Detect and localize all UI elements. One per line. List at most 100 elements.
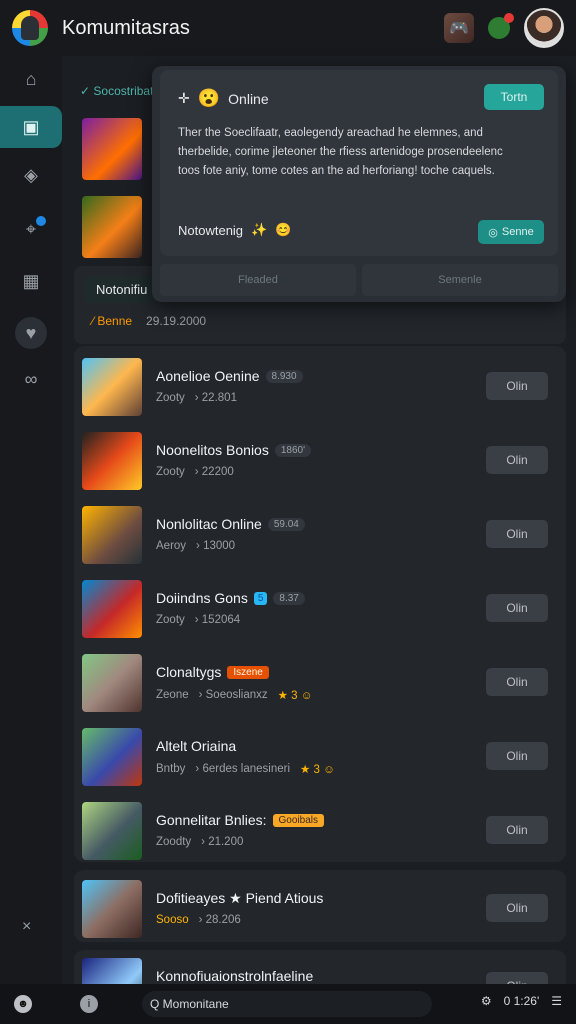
home-glyph: ⌂ bbox=[25, 68, 37, 89]
menu-icon[interactable]: ☰ bbox=[551, 994, 562, 1008]
popup-title: Online bbox=[228, 90, 269, 107]
game-list: Aonelioe Oenine 8.930 Zooty › 22.801 Oli… bbox=[74, 346, 566, 1016]
list-item-thumbnail[interactable] bbox=[82, 432, 142, 490]
featured-thumbnail-1[interactable] bbox=[82, 118, 142, 180]
list-item[interactable]: Doiindns Gons 5 8.37 Zooty › 152064 Olin bbox=[74, 572, 566, 646]
list-item-sub-label: Bntby bbox=[156, 763, 186, 775]
list-item-title: Doiindns Gons bbox=[156, 590, 248, 606]
sidebar: ⌂ ▣ ◈ ⌖ ▦ ♥ ∞ × bbox=[0, 56, 62, 984]
grid-glyph: ▦ bbox=[22, 270, 40, 291]
online-button[interactable]: Olin bbox=[486, 594, 548, 622]
list-item[interactable]: Nonlolitac Online 59.04 Aeroy › 13000 Ol… bbox=[74, 498, 566, 572]
link-icon[interactable]: ∞ bbox=[0, 358, 62, 400]
list-item-sub-label: Zooty bbox=[156, 466, 185, 478]
avatar[interactable] bbox=[524, 8, 564, 48]
list-item-subtitle: Bntby › 6erdes lanesineri ★ 3 ☺ bbox=[156, 762, 335, 776]
list-item[interactable]: Clonaltygs Iszene Zeone › Soeoslianxz ★ … bbox=[74, 646, 566, 720]
bottom-status: ⚙ 0 1:26' ☰ bbox=[481, 994, 562, 1008]
list-item-sub-label: Aeroy bbox=[156, 540, 187, 552]
section-title: ✓ Socostribat: bbox=[80, 84, 157, 98]
popup-tabs: Fleaded Semenle bbox=[160, 264, 558, 296]
list-item-sub-value: › 22200 bbox=[194, 466, 234, 478]
online-button[interactable]: Olin bbox=[486, 894, 548, 922]
list-item-tag: Iszene bbox=[227, 665, 269, 679]
list-item-thumbnail[interactable] bbox=[82, 802, 142, 860]
settings-icon[interactable]: ⚙ bbox=[481, 994, 492, 1008]
list-item-extra: 5 bbox=[253, 591, 268, 605]
popup-bottom-button-label: Senne bbox=[501, 226, 534, 238]
list-item-title-wrap: Gonnelitar Bnlies: Gooibals bbox=[156, 812, 324, 828]
list-item-sub-value: › 6erdes lanesineri bbox=[195, 763, 291, 775]
home-icon[interactable]: ⌂ bbox=[0, 58, 62, 100]
list-item-emoji: ★ 3 ☺ bbox=[277, 690, 313, 702]
search-input[interactable]: Q Momonitane bbox=[142, 991, 432, 1017]
list-item-sub-value: › 22.801 bbox=[194, 392, 237, 404]
list-item-tag: 59.04 bbox=[267, 517, 305, 531]
online-button[interactable]: Olin bbox=[486, 446, 548, 474]
list-item-thumbnail[interactable] bbox=[82, 580, 142, 638]
popup-footer-label: Notowtenig bbox=[178, 222, 244, 238]
popup-top-button[interactable]: Tortn bbox=[484, 84, 544, 110]
list-item-title: Gonnelitar Bnlies: bbox=[156, 812, 267, 828]
info-icon[interactable]: i bbox=[80, 995, 98, 1013]
app-logo-icon[interactable] bbox=[12, 10, 48, 46]
chat-icon[interactable] bbox=[488, 13, 514, 39]
featured-label: ⁄ Benne bbox=[92, 314, 133, 328]
popup-tab-1[interactable]: Fleaded bbox=[160, 264, 356, 296]
list-item-thumbnail[interactable] bbox=[82, 728, 142, 786]
featured-thumbnail-2[interactable] bbox=[82, 196, 142, 258]
list-item[interactable]: Altelt Oriaina Bntby › 6erdes lanesineri… bbox=[74, 720, 566, 794]
list-item-sub-label: Zooty bbox=[156, 614, 185, 626]
list-item-thumbnail[interactable] bbox=[82, 654, 142, 712]
online-button[interactable]: Olin bbox=[486, 372, 548, 400]
briefcase-icon[interactable]: ▣ bbox=[0, 106, 62, 148]
list-item-subtitle: Zoodty › 21.200 bbox=[156, 836, 243, 848]
list-item-subtitle: Aeroy › 13000 bbox=[156, 540, 235, 552]
featured-title: Notonifiu bbox=[84, 276, 160, 303]
list-item-sub-label: Zooty bbox=[156, 392, 185, 404]
header-actions: 🎮 bbox=[444, 8, 564, 48]
list-item-title-wrap: Altelt Oriaina bbox=[156, 738, 236, 754]
online-popup: ✛ 😮 Online Tortn Ther the Soeclifaatr, e… bbox=[152, 66, 566, 302]
plus-icon[interactable]: ✛ bbox=[178, 90, 190, 107]
list-item-subtitle: Zooty › 22200 bbox=[156, 466, 234, 478]
popup-body: Ther the Soeclifaatr, eaolegendy areacha… bbox=[178, 127, 503, 177]
popup-footer: Notowtenig ✨ 😊 bbox=[178, 222, 291, 238]
close-icon[interactable]: × bbox=[22, 918, 31, 936]
online-button[interactable]: Olin bbox=[486, 742, 548, 770]
featured-date: 29.19.2000 bbox=[146, 314, 207, 328]
list-item-title: Noonelitos Bonios bbox=[156, 442, 269, 458]
list-item-thumbnail[interactable] bbox=[82, 506, 142, 564]
list-item[interactable]: Noonelitos Bonios 1860' Zooty › 22200 Ol… bbox=[74, 424, 566, 498]
check-circle-icon: ◎ bbox=[488, 226, 498, 239]
app-window: Komumitasras 🎮 ⌂ ▣ ◈ ⌖ ▦ ♥ ∞ × ✓ Socostr… bbox=[0, 0, 576, 1024]
game-icon[interactable]: 🎮 bbox=[444, 13, 474, 43]
app-title: Komumitasras bbox=[62, 16, 190, 39]
heart-icon[interactable]: ♥ bbox=[0, 312, 62, 354]
alien-icon[interactable]: ☻ bbox=[14, 995, 32, 1013]
list-item-subtitle: Zooty › 22.801 bbox=[156, 392, 237, 404]
list-item-title: Konnofiuaionstrolnfaeline bbox=[156, 968, 314, 984]
list-item-title-wrap: Doiindns Gons 5 8.37 bbox=[156, 590, 305, 606]
controller-icon[interactable]: ◈ bbox=[0, 154, 62, 196]
popup-panel: ✛ 😮 Online Tortn Ther the Soeclifaatr, e… bbox=[160, 70, 558, 256]
list-item[interactable]: Dofitieayes ★ Piend Atious Sooso › 28.20… bbox=[74, 872, 566, 946]
grid-icon[interactable]: ▦ bbox=[0, 260, 62, 302]
list-item-sub-value: › Soeoslianxz bbox=[198, 689, 268, 701]
controller-glyph: ◈ bbox=[24, 164, 38, 185]
list-item-thumbnail[interactable] bbox=[82, 358, 142, 416]
list-item-thumbnail[interactable] bbox=[82, 880, 142, 938]
online-button[interactable]: Olin bbox=[486, 520, 548, 548]
list-item[interactable]: Aonelioe Oenine 8.930 Zooty › 22.801 Oli… bbox=[74, 350, 566, 424]
online-button[interactable]: Olin bbox=[486, 668, 548, 696]
popup-header: ✛ 😮 Online bbox=[178, 88, 269, 109]
popup-bottom-button[interactable]: ◎ Senne bbox=[478, 220, 544, 244]
online-button[interactable]: Olin bbox=[486, 816, 548, 844]
list-item-title: Altelt Oriaina bbox=[156, 738, 237, 754]
list-item[interactable]: Gonnelitar Bnlies: Gooibals Zoodty › 21.… bbox=[74, 794, 566, 868]
list-item-tag: Gooibals bbox=[272, 813, 324, 827]
list-item-title: Clonaltygs bbox=[156, 664, 222, 680]
list-item-title: Dofitieayes ★ Piend Atious bbox=[156, 890, 324, 906]
popup-tab-2[interactable]: Semenle bbox=[362, 264, 558, 296]
gamepad-icon[interactable]: ⌖ bbox=[0, 208, 62, 250]
